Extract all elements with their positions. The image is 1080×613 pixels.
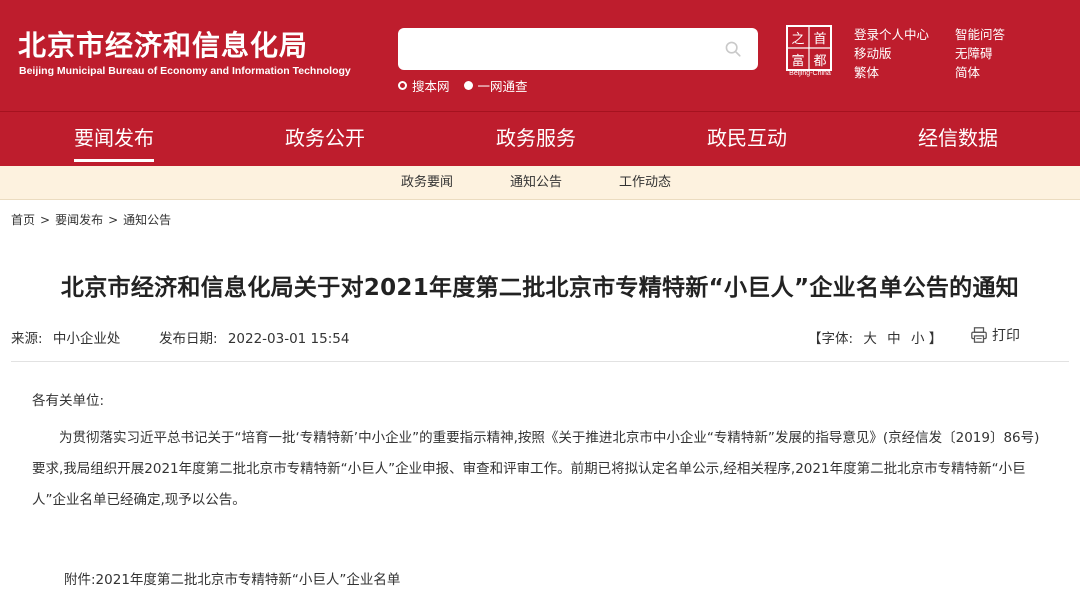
article-paragraph: 为贯彻落实习近平总书记关于“培育一批‘专精特新’中小企业”的重要指示精神,按照《… (32, 430, 1040, 508)
article-attachment[interactable]: 附件:2021年度第二批北京市专精特新“小巨人”企业名单 (64, 565, 1074, 596)
search-scope-all-label: 一网通查 (477, 78, 528, 94)
smart-qa-link[interactable]: 智能问答 (955, 25, 1005, 44)
seal-caption: Beijing-China (789, 70, 831, 77)
login-link[interactable]: 登录个人中心 (854, 25, 929, 44)
svg-text:首: 首 (813, 32, 826, 47)
font-size-small[interactable]: 小 (911, 331, 925, 347)
print-button[interactable]: 打印 (970, 325, 1020, 345)
print-icon (971, 327, 987, 343)
source-value: 中小企业处 (52, 331, 121, 347)
accessibility-link[interactable]: 无障碍 (955, 44, 1005, 63)
traditional-chinese-link[interactable]: 繁体 (854, 63, 929, 82)
nav-government-affairs[interactable]: 政务公开 (285, 112, 365, 166)
search-scope-all[interactable]: 一网通查 (463, 76, 528, 95)
breadcrumb-separator: > (108, 212, 119, 227)
radio-selected-icon[interactable] (463, 80, 473, 90)
svg-text:富: 富 (791, 53, 804, 69)
site-header: 北京市经济和信息化局 Beijing Municipal Bureau of E… (0, 0, 1080, 111)
breadcrumb-news[interactable]: 要闻发布 (55, 211, 103, 228)
font-size-control: 【字体: 大 中 小 】 (808, 327, 942, 347)
mobile-version-link[interactable]: 移动版 (854, 44, 929, 63)
subnav-notices[interactable]: 通知公告 (510, 166, 562, 200)
utility-links-right: 智能问答 无障碍 简体 (955, 25, 1005, 82)
search-scope-site-label: 搜本网 (412, 78, 450, 94)
subnav-work-updates[interactable]: 工作动态 (619, 166, 671, 200)
search-scope-site[interactable]: 搜本网 (398, 76, 450, 95)
source-label: 来源: (11, 331, 43, 347)
font-size-medium[interactable]: 中 (887, 331, 901, 347)
article-salutation: 各有关单位: (32, 393, 105, 409)
search-scope-options: 搜本网 一网通查 (398, 76, 542, 94)
breadcrumb-home[interactable]: 首页 (11, 211, 35, 228)
article-meta: 来源: 中小企业处 发布日期: 2022-03-01 15:54 (11, 327, 349, 347)
subnav-government-news[interactable]: 政务要闻 (401, 166, 453, 200)
nav-economic-data[interactable]: 经信数据 (918, 112, 998, 166)
svg-text:之: 之 (791, 32, 804, 47)
site-title-english: Beijing Municipal Bureau of Economy and … (19, 65, 351, 77)
search-input[interactable] (408, 36, 708, 62)
main-nav: 要闻发布 政务公开 政务服务 政民互动 经信数据 (0, 111, 1080, 166)
font-size-close: 】 (928, 331, 943, 347)
article-title: 北京市经济和信息化局关于对2021年度第二批北京市专精特新“小巨人”企业名单公告… (60, 275, 1020, 301)
font-size-label: 【字体: (808, 331, 854, 347)
nav-news[interactable]: 要闻发布 (74, 112, 154, 166)
site-title[interactable]: 北京市经济和信息化局 (18, 24, 308, 64)
breadcrumb-notices[interactable]: 通知公告 (123, 211, 171, 228)
search-box (398, 28, 758, 70)
font-size-large[interactable]: 大 (863, 331, 877, 347)
nav-public-interaction[interactable]: 政民互动 (707, 112, 787, 166)
capital-seal-logo: 之 首 富 都 (786, 25, 832, 71)
svg-text:都: 都 (813, 54, 826, 69)
simplified-chinese-link[interactable]: 简体 (955, 63, 1005, 82)
date-label: 发布日期: (158, 331, 218, 347)
radio-unselected-icon[interactable] (398, 80, 407, 90)
breadcrumb-separator: > (40, 212, 51, 227)
print-label: 打印 (992, 328, 1020, 344)
search-icon[interactable] (724, 40, 742, 58)
utility-links-left: 登录个人中心 移动版 繁体 (854, 25, 929, 82)
sub-nav: 政务要闻 通知公告 工作动态 (0, 166, 1080, 200)
breadcrumb: 首页 > 要闻发布 > 通知公告 (11, 211, 171, 228)
publish-date: 2022-03-01 15:54 (227, 331, 350, 347)
nav-government-services[interactable]: 政务服务 (496, 112, 576, 166)
meta-divider (11, 361, 1069, 362)
